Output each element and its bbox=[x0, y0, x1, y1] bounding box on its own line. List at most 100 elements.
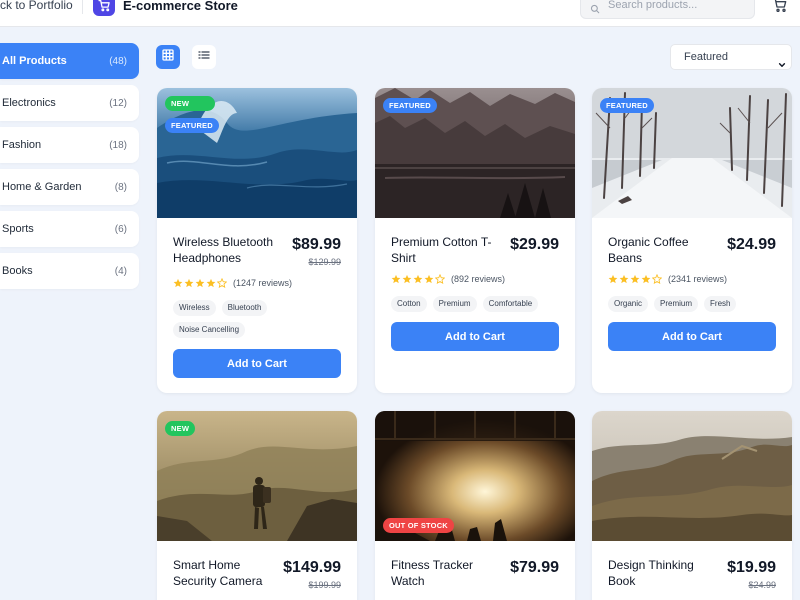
grid-icon bbox=[162, 48, 174, 66]
product-name: Wireless Bluetooth Headphones bbox=[173, 235, 274, 265]
product-original-price: $199.99 bbox=[308, 580, 341, 590]
category-count: (12) bbox=[109, 97, 127, 109]
star-icon bbox=[195, 278, 205, 288]
product-tag: Premium bbox=[654, 296, 699, 312]
product-tag: Organic bbox=[608, 296, 649, 312]
star-rating bbox=[391, 274, 445, 284]
product-rating: (2341 reviews) bbox=[608, 274, 727, 284]
header-divider bbox=[82, 0, 83, 14]
category-electronics[interactable]: Electronics (12) bbox=[0, 85, 139, 121]
out-of-stock-badge: OUT OF STOCK bbox=[383, 518, 454, 533]
category-label: All Products bbox=[2, 55, 67, 67]
product-card[interactable]: FEATURED Organic Coffee Beans $24.99 (23… bbox=[592, 88, 792, 393]
category-label: Sports bbox=[2, 223, 34, 235]
category-fashion[interactable]: Fashion (18) bbox=[0, 127, 139, 163]
product-name: Design Thinking Book bbox=[608, 558, 694, 588]
product-price: $24.99 bbox=[727, 236, 776, 253]
category-count: (8) bbox=[114, 181, 127, 193]
category-label: Electronics bbox=[2, 97, 56, 109]
review-count: (1247 reviews) bbox=[233, 278, 293, 288]
product-tags: Wireless Bluetooth Noise Cancelling bbox=[173, 300, 343, 338]
product-tag: Fresh bbox=[704, 296, 737, 312]
category-count: (18) bbox=[109, 139, 127, 151]
search-icon bbox=[590, 1, 600, 19]
sort-select[interactable]: Featured bbox=[670, 44, 792, 70]
store-cart-logo-icon bbox=[93, 0, 115, 16]
product-tag: Comfortable bbox=[482, 296, 539, 312]
category-count: (48) bbox=[109, 55, 127, 67]
search-input[interactable] bbox=[608, 0, 748, 13]
product-original-price: $24.99 bbox=[748, 580, 776, 590]
star-icon bbox=[184, 278, 194, 288]
cart-icon[interactable] bbox=[772, 0, 788, 18]
product-image[interactable] bbox=[592, 411, 792, 541]
top-header: ck to Portfolio E-commerce Store bbox=[0, 0, 800, 27]
star-icon bbox=[630, 274, 640, 284]
product-name: Fitness Tracker Watch bbox=[391, 558, 474, 588]
category-count: (6) bbox=[114, 223, 127, 235]
star-icon bbox=[413, 274, 423, 284]
product-tags: Organic Premium Fresh bbox=[608, 296, 778, 312]
add-to-cart-button[interactable]: Add to Cart bbox=[391, 322, 559, 351]
product-tag: Wireless bbox=[173, 300, 216, 316]
new-badge: NEW bbox=[165, 421, 196, 436]
star-outline-icon bbox=[435, 274, 445, 284]
category-all-products[interactable]: All Products (48) bbox=[0, 43, 139, 79]
featured-badge: FEATURED bbox=[383, 98, 437, 113]
review-count: (892 reviews) bbox=[451, 274, 506, 284]
product-tags: Cotton Premium Comfortable bbox=[391, 296, 561, 312]
product-card[interactable]: NEW FEATURED Wireless Bluetooth Headphon… bbox=[157, 88, 357, 393]
new-badge: NEW bbox=[165, 96, 215, 111]
star-outline-icon bbox=[652, 274, 662, 284]
featured-badge: FEATURED bbox=[600, 98, 654, 113]
star-outline-icon bbox=[217, 278, 227, 288]
star-icon bbox=[619, 274, 629, 284]
grid-view-button[interactable] bbox=[156, 45, 180, 69]
product-card[interactable]: NEW Smart Home Security Camera $149.99 $… bbox=[157, 411, 357, 600]
star-icon bbox=[608, 274, 618, 284]
product-price: $29.99 bbox=[510, 236, 559, 253]
category-label: Fashion bbox=[2, 139, 42, 151]
star-rating bbox=[608, 274, 662, 284]
product-name: Premium Cotton T-Shirt bbox=[391, 235, 492, 265]
featured-badge: FEATURED bbox=[165, 118, 219, 133]
list-icon bbox=[198, 48, 210, 66]
list-view-button[interactable] bbox=[192, 45, 216, 69]
product-card[interactable]: OUT OF STOCK Fitness Tracker Watch $79.9… bbox=[375, 411, 575, 600]
star-icon bbox=[641, 274, 651, 284]
add-to-cart-button[interactable]: Add to Cart bbox=[608, 322, 776, 351]
product-tag: Cotton bbox=[391, 296, 427, 312]
category-count: (4) bbox=[114, 265, 127, 277]
star-icon bbox=[173, 278, 183, 288]
category-books[interactable]: Books (4) bbox=[0, 253, 139, 289]
store-title: E-commerce Store bbox=[123, 0, 238, 13]
chevron-down-icon bbox=[778, 54, 786, 78]
star-icon bbox=[402, 274, 412, 284]
add-to-cart-button[interactable]: Add to Cart bbox=[173, 349, 341, 378]
product-tag: Noise Cancelling bbox=[173, 322, 246, 338]
product-tag: Premium bbox=[432, 296, 477, 312]
product-card[interactable]: Design Thinking Book $19.99 $24.99 bbox=[592, 411, 792, 600]
product-tag: Bluetooth bbox=[221, 300, 268, 316]
category-label: Books bbox=[2, 265, 33, 277]
sort-selected-value: Featured bbox=[684, 51, 729, 63]
back-to-portfolio-link[interactable]: ck to Portfolio bbox=[0, 0, 73, 12]
review-count: (2341 reviews) bbox=[668, 274, 728, 284]
category-sports[interactable]: Sports (6) bbox=[0, 211, 139, 247]
product-card[interactable]: FEATURED Premium Cotton T-Shirt $29.99 (… bbox=[375, 88, 575, 393]
product-original-price: $129.99 bbox=[308, 257, 341, 267]
product-name: Organic Coffee Beans bbox=[608, 235, 689, 265]
product-price: $149.99 bbox=[283, 559, 341, 576]
star-icon bbox=[424, 274, 434, 284]
product-price: $89.99 bbox=[292, 236, 341, 253]
product-rating: (1247 reviews) bbox=[173, 278, 292, 288]
product-name: Smart Home Security Camera bbox=[173, 558, 263, 588]
star-icon bbox=[206, 278, 216, 288]
search-box[interactable] bbox=[580, 0, 755, 19]
star-rating bbox=[173, 278, 227, 288]
product-price: $79.99 bbox=[510, 559, 559, 576]
product-price: $19.99 bbox=[727, 559, 776, 576]
star-icon bbox=[391, 274, 401, 284]
category-home-garden[interactable]: Home & Garden (8) bbox=[0, 169, 139, 205]
product-rating: (892 reviews) bbox=[391, 274, 505, 284]
